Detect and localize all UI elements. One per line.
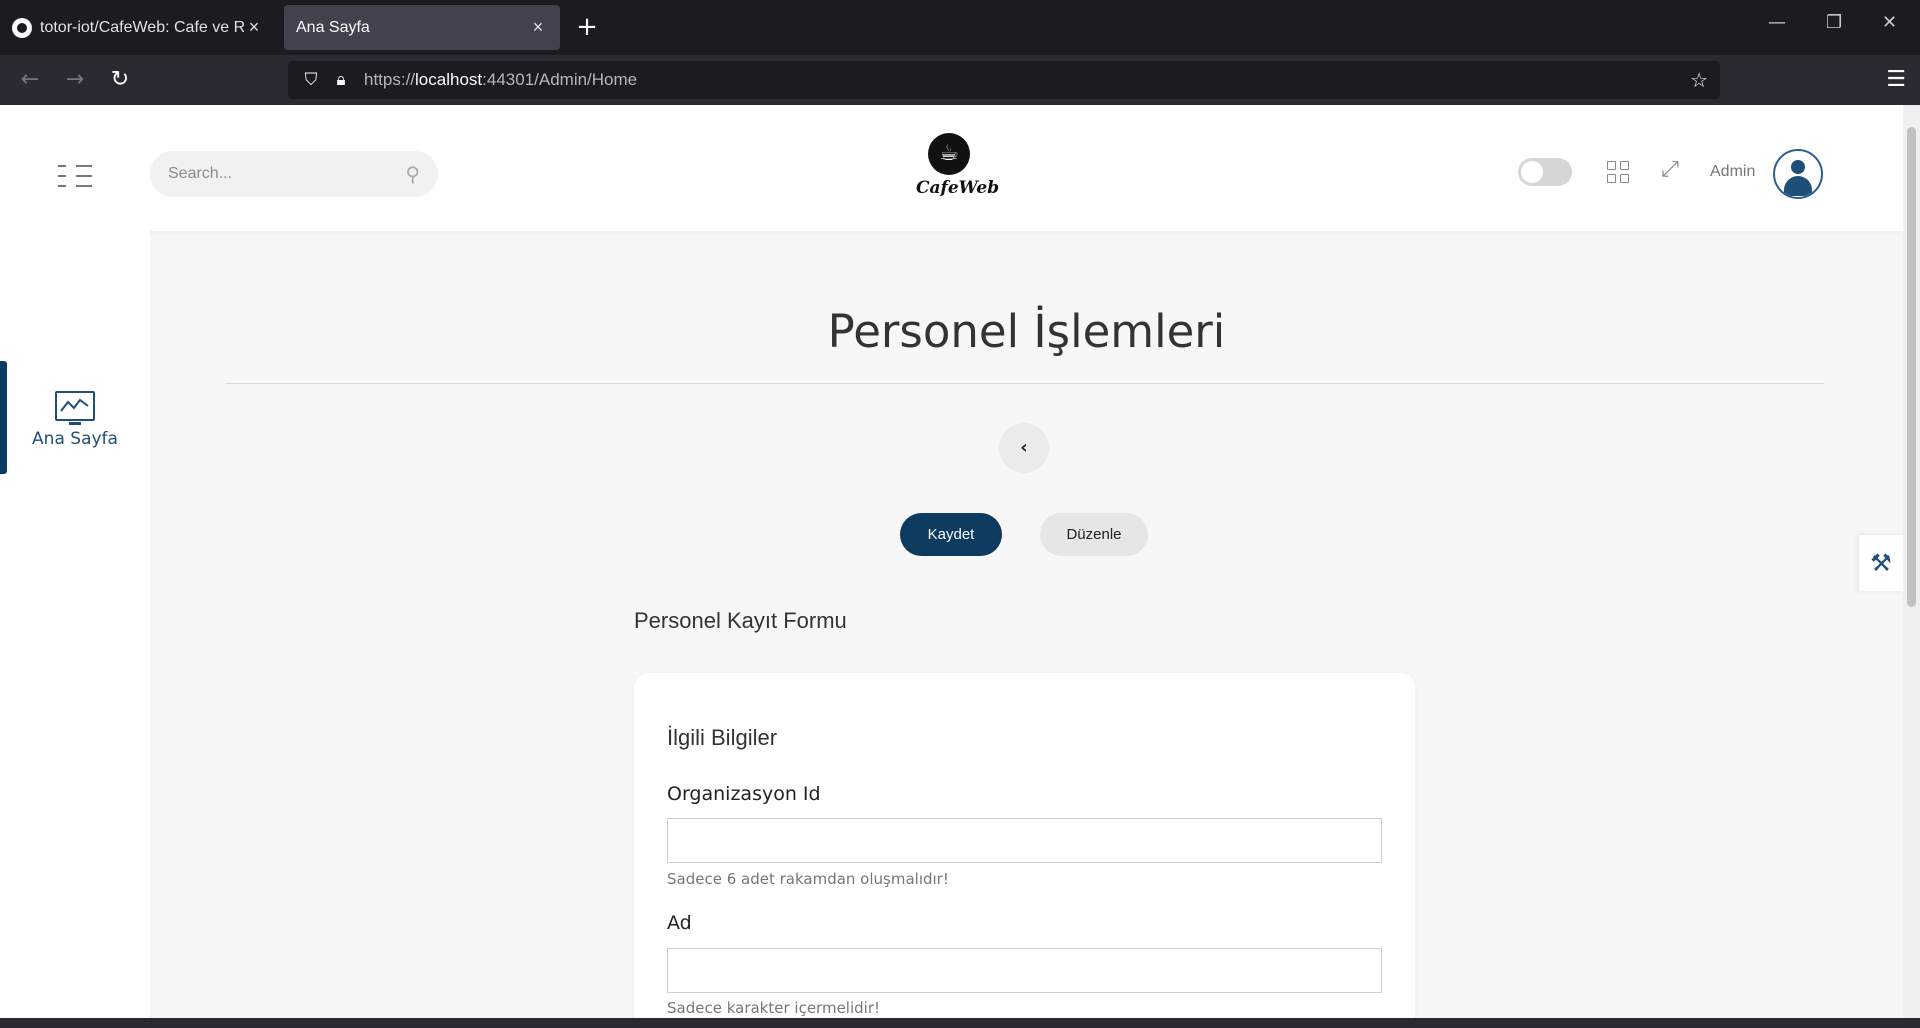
search-icon[interactable]: ⚲ (405, 162, 420, 186)
avatar[interactable] (1773, 149, 1823, 199)
back-arrow-icon[interactable]: ← (15, 65, 45, 95)
first-name-hint: Sadece karakter içermelidir! (667, 999, 881, 1017)
tab-title: totor-iot/CafeWeb: Cafe ve Resta (40, 18, 244, 36)
admin-username[interactable]: Admin (1710, 163, 1755, 181)
save-button[interactable]: Kaydet (900, 513, 1002, 556)
github-icon (12, 17, 32, 38)
forward-arrow-icon[interactable]: → (60, 65, 90, 95)
close-tab-icon[interactable]: × (244, 17, 264, 38)
organization-id-hint: Sadece 6 adet rakamdan oluşmalıdır! (667, 870, 949, 888)
bookmark-star-icon[interactable]: ☆ (1690, 68, 1708, 92)
edit-button[interactable]: Düzenle (1040, 513, 1148, 556)
close-tab-icon[interactable]: × (528, 17, 548, 38)
back-button[interactable]: ‹ (999, 423, 1049, 473)
restore-icon[interactable]: ❐ (1826, 12, 1842, 33)
window-bottom-edge (0, 1018, 1920, 1028)
page-viewport: Search... ⚲ ☕ CafeWeb ⤢ Admin Ana Sayfa … (0, 105, 1920, 1018)
search-input[interactable]: Search... (168, 165, 405, 183)
sidebar-item-ana-sayfa[interactable]: Ana Sayfa (0, 361, 150, 474)
close-window-icon[interactable]: ✕ (1882, 12, 1897, 33)
form-heading: Personel Kayıt Formu (634, 608, 847, 633)
sidebar: Ana Sayfa (0, 231, 150, 1018)
coffee-cup-icon: ☕ (928, 133, 970, 175)
monitor-chart-icon (55, 391, 95, 425)
browser-tab-github[interactable]: totor-iot/CafeWeb: Cafe ve Resta × (0, 5, 276, 50)
sidebar-toggle-icon[interactable] (58, 165, 92, 187)
shield-icon[interactable]: ⛉ (300, 69, 322, 91)
sidebar-item-label: Ana Sayfa (32, 429, 118, 449)
scrollbar-thumb[interactable] (1907, 127, 1916, 607)
form-card: İlgili Bilgiler Organizasyon Id Sadece 6… (634, 673, 1415, 1018)
card-title: İlgili Bilgiler (667, 725, 778, 750)
logo-text: CafeWeb (916, 178, 1000, 198)
page-scrollbar[interactable] (1903, 105, 1920, 1018)
logo[interactable]: ☕ CafeWeb (916, 133, 1000, 213)
search-box[interactable]: Search... ⚲ (150, 151, 438, 197)
active-indicator (0, 361, 7, 474)
theme-toggle[interactable] (1518, 158, 1572, 186)
fullscreen-icon[interactable]: ⤢ (1657, 157, 1683, 183)
address-bar[interactable]: ⛉ 🔒︎ https://localhost:44301/Admin/Home … (288, 61, 1720, 99)
url-text[interactable]: https://localhost:44301/Admin/Home (364, 70, 637, 90)
first-name-label: Ad (667, 912, 692, 934)
title-divider (225, 383, 1824, 384)
hamburger-menu-icon[interactable]: ☰ (1886, 67, 1906, 92)
organization-id-input[interactable] (667, 818, 1382, 863)
organization-id-label: Organizasyon Id (667, 783, 821, 805)
site-header: Search... ⚲ ☕ CafeWeb ⤢ Admin (0, 105, 1903, 231)
first-name-input[interactable] (667, 948, 1382, 993)
apps-grid-icon[interactable] (1607, 161, 1629, 183)
lock-warning-icon[interactable]: 🔒︎ (330, 69, 352, 91)
magic-wand-icon[interactable]: ⚒ (1859, 535, 1903, 591)
new-tab-icon[interactable]: + (572, 10, 602, 45)
browser-navbar: ← → ↻ ⛉ 🔒︎ https://localhost:44301/Admin… (0, 55, 1920, 105)
page-title: Personel İşlemleri (827, 305, 1226, 358)
tab-title: Ana Sayfa (296, 18, 370, 36)
minimize-icon[interactable]: — (1768, 12, 1786, 33)
browser-tabbar: totor-iot/CafeWeb: Cafe ve Resta × Ana S… (0, 0, 1920, 55)
reload-icon[interactable]: ↻ (105, 65, 135, 95)
browser-tab-ana-sayfa[interactable]: Ana Sayfa × (284, 5, 560, 50)
